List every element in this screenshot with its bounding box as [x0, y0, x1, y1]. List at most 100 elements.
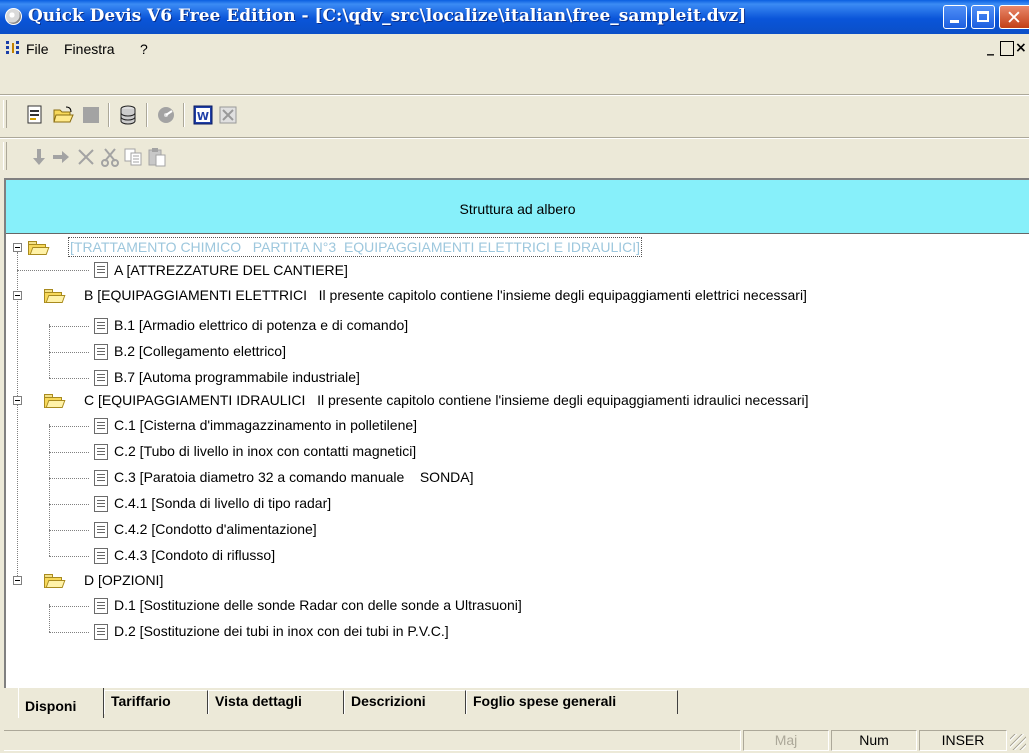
maximize-button[interactable]: [971, 5, 995, 29]
tree-node-d2[interactable]: D.2 [Sostituzione dei tubi in inox con d…: [114, 622, 449, 640]
tree-connector: [49, 604, 50, 632]
tree-node-c41[interactable]: C.4.1 [Sonda di livello di tipo radar]: [114, 494, 331, 512]
copy-icon[interactable]: [122, 146, 144, 168]
resize-grip[interactable]: [1010, 734, 1026, 750]
delete-icon[interactable]: [75, 146, 97, 168]
document-icon: [94, 496, 108, 512]
menu-file[interactable]: File: [26, 41, 49, 57]
close-button[interactable]: ✕: [999, 5, 1029, 29]
tree-node-b7[interactable]: B.7 [Automa programmabile industriale]: [114, 368, 360, 386]
tree-collapse-toggle[interactable]: [13, 291, 22, 300]
document-icon: [94, 598, 108, 614]
tree-node-root[interactable]: [TRATTAMENTO CHIMICO PARTITA N°3 EQUIPAG…: [68, 237, 643, 257]
tree-connector: [49, 378, 89, 379]
tree-connector: [49, 452, 89, 453]
document-icon: [94, 522, 108, 538]
open-folder-icon: [28, 240, 50, 255]
document-icon: [94, 262, 108, 278]
tree-node-c3[interactable]: C.3 [Paratoia diametro 32 a comando manu…: [114, 468, 474, 486]
svg-text:W: W: [197, 110, 209, 123]
new-document-icon[interactable]: [24, 104, 46, 126]
menu-finestra[interactable]: Finestra: [64, 41, 115, 57]
open-folder-icon: [44, 288, 66, 303]
tree-connector: [49, 324, 50, 378]
move-down-icon[interactable]: [28, 146, 50, 168]
open-folder-icon: [44, 573, 66, 588]
title-bar[interactable]: Quick Devis V6 Free Edition - [C:\qdv_sr…: [0, 0, 1029, 34]
tab-vista-dettagli[interactable]: Vista dettagli: [208, 690, 344, 714]
tree-node-d1[interactable]: D.1 [Sostituzione delle sonde Radar con …: [114, 596, 522, 614]
tree-node-c43[interactable]: C.4.3 [Condoto di riflusso]: [114, 546, 275, 564]
tree-connector: [49, 530, 89, 531]
word-export-icon[interactable]: W: [192, 104, 214, 126]
tree-connector: [49, 606, 89, 607]
tree-collapse-toggle[interactable]: [13, 243, 22, 252]
tree-collapse-toggle[interactable]: [13, 396, 22, 405]
status-bar: Maj Num INSER: [0, 728, 1029, 753]
open-folder-icon[interactable]: [52, 104, 74, 126]
menu-bar: File Finestra ? _ ×: [0, 34, 1029, 62]
tab-disponi[interactable]: Disponi: [18, 688, 104, 718]
tab-foglio-spese-generali[interactable]: Foglio spese generali: [466, 690, 678, 714]
panel-header-title: Struttura ad albero: [459, 201, 576, 217]
minimize-button[interactable]: [943, 5, 967, 29]
tab-tariffario[interactable]: Tariffario: [104, 690, 208, 714]
panel-header: Struttura ad albero: [6, 180, 1029, 234]
tree-connector: [49, 478, 89, 479]
document-icon: [94, 370, 108, 386]
tree-connector: [49, 556, 89, 557]
toolbar-divider: [146, 103, 148, 127]
document-icon: [94, 444, 108, 460]
tree-connector: [49, 426, 89, 427]
toolbar-separator: [0, 137, 1029, 139]
save-icon[interactable]: [80, 104, 102, 126]
tree-node-c[interactable]: C [EQUIPAGGIAMENTI IDRAULICI Il presente…: [84, 391, 809, 409]
tree-connector: [49, 352, 89, 353]
tree-node-b2[interactable]: B.2 [Collegamento elettrico]: [114, 342, 286, 360]
document-icon: [94, 624, 108, 640]
mdi-close-button[interactable]: ×: [1015, 40, 1027, 56]
excel-export-icon[interactable]: [217, 104, 239, 126]
toolbar-grip[interactable]: [3, 100, 7, 128]
disc-icon[interactable]: [155, 104, 177, 126]
toolbar-divider: [108, 103, 110, 127]
bottom-tabs: Disponi Tariffario Vista dettagli Descri…: [0, 688, 1029, 720]
document-icon: [94, 318, 108, 334]
tree-connector: [17, 252, 18, 584]
mdi-minimize-button[interactable]: _: [987, 40, 994, 56]
toolbar-grip[interactable]: [3, 142, 7, 170]
open-folder-icon: [44, 393, 66, 408]
toolbar-separator: [0, 94, 1029, 96]
tree-connector: [49, 504, 89, 505]
status-maj: Maj: [743, 730, 829, 751]
tree-connector: [17, 270, 89, 271]
paste-icon[interactable]: [146, 146, 168, 168]
tree-panel: Struttura ad albero [TRATTAMENTO CHIMICO…: [4, 178, 1029, 688]
tree-node-c1[interactable]: C.1 [Cisterna d'immagazzinamento in poll…: [114, 416, 417, 434]
close-icon: ✕: [1006, 7, 1022, 29]
tree-node-c2[interactable]: C.2 [Tubo di livello in inox con contatt…: [114, 442, 416, 460]
mdi-restore-button[interactable]: [1000, 41, 1014, 56]
cut-icon[interactable]: [99, 146, 121, 168]
tree-node-c42[interactable]: C.4.2 [Condotto d'alimentazione]: [114, 520, 317, 538]
status-message-pane: [4, 730, 741, 751]
menu-help[interactable]: ?: [140, 41, 148, 57]
status-inser: INSER: [919, 730, 1007, 751]
document-icon: [94, 344, 108, 360]
tree-node-label: [TRATTAMENTO CHIMICO PARTITA N°3 EQUIPAG…: [70, 239, 641, 255]
tree-node-b[interactable]: B [EQUIPAGGIAMENTI ELETTRICI Il presente…: [84, 286, 807, 304]
document-icon: [94, 418, 108, 434]
tree-connector: [49, 424, 50, 556]
app-icon[interactable]: [5, 8, 22, 25]
database-icon[interactable]: [117, 104, 139, 126]
tree-connector: [49, 326, 89, 327]
tab-descrizioni[interactable]: Descrizioni: [344, 690, 466, 714]
mdi-child-icon[interactable]: [6, 41, 20, 55]
document-icon: [94, 548, 108, 564]
tree-node-b1[interactable]: B.1 [Armadio elettrico di potenza e di c…: [114, 316, 408, 334]
move-right-icon[interactable]: [50, 146, 72, 168]
status-num: Num: [831, 730, 917, 751]
tree-node-a[interactable]: A [ATTREZZATURE DEL CANTIERE]: [114, 261, 348, 279]
tree-collapse-toggle[interactable]: [13, 576, 22, 585]
tree-node-d[interactable]: D [OPZIONI]: [84, 571, 163, 589]
